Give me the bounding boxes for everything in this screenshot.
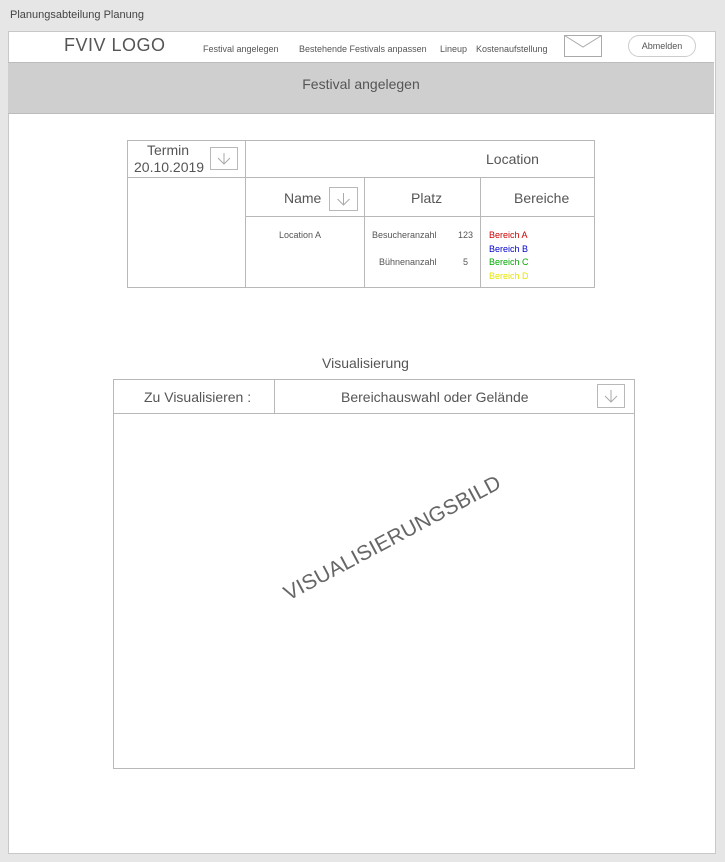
divider bbox=[127, 177, 246, 178]
termin-date: 20.10.2019 bbox=[134, 159, 205, 175]
column-platz: Platz bbox=[411, 190, 443, 206]
mail-icon[interactable] bbox=[564, 35, 602, 57]
termin-label: Termin bbox=[147, 142, 190, 158]
divider bbox=[245, 140, 246, 288]
bereich-c[interactable]: Bereich C bbox=[489, 257, 529, 267]
arrow-down-icon bbox=[604, 390, 618, 403]
arrow-down-icon bbox=[217, 153, 231, 165]
platz-value-buehnen: 5 bbox=[463, 257, 469, 267]
column-bereiche: Bereiche bbox=[514, 190, 570, 206]
nav-kostenaufstellung[interactable]: Kostenaufstellung bbox=[476, 44, 548, 54]
nav-bestehende-festivals[interactable]: Bestehende Festivals anpassen bbox=[299, 44, 427, 54]
divider bbox=[245, 177, 595, 178]
nav-festival-angelegen[interactable]: Festival angelegen bbox=[203, 44, 279, 54]
page-title: Festival angelegen bbox=[302, 76, 420, 92]
nav-lineup[interactable]: Lineup bbox=[440, 44, 467, 54]
platz-label-buehnen: Bühnenanzahl bbox=[379, 257, 437, 267]
platz-value-besucher: 123 bbox=[458, 230, 474, 240]
platz-label-besucher: Besucheranzahl bbox=[372, 230, 437, 240]
logout-button[interactable]: Abmelden bbox=[628, 35, 696, 57]
bereich-b[interactable]: Bereich B bbox=[489, 244, 528, 254]
bereich-d[interactable]: Bereich D bbox=[489, 271, 529, 281]
visualisierung-label: Zu Visualisieren : bbox=[144, 389, 252, 405]
location-name: Location A bbox=[279, 230, 322, 240]
location-title: Location bbox=[486, 151, 539, 167]
visualisierung-dropdown[interactable] bbox=[597, 384, 625, 408]
window-title: Planungsabteilung Planung bbox=[10, 9, 144, 21]
visualisierung-panel bbox=[113, 379, 635, 769]
divider bbox=[113, 413, 635, 414]
divider bbox=[480, 177, 481, 288]
termin-dropdown[interactable] bbox=[210, 147, 238, 170]
column-name: Name bbox=[284, 190, 322, 206]
divider bbox=[245, 216, 595, 217]
bereich-a[interactable]: Bereich A bbox=[489, 230, 528, 240]
visualisierung-title: Visualisierung bbox=[322, 355, 409, 371]
name-dropdown[interactable] bbox=[329, 187, 358, 211]
arrow-down-icon bbox=[337, 193, 350, 206]
visualisierung-select[interactable]: Bereichauswahl oder Gelände bbox=[341, 389, 529, 405]
logo: FVIV LOGO bbox=[64, 35, 166, 55]
divider bbox=[274, 379, 275, 413]
divider bbox=[364, 177, 365, 288]
